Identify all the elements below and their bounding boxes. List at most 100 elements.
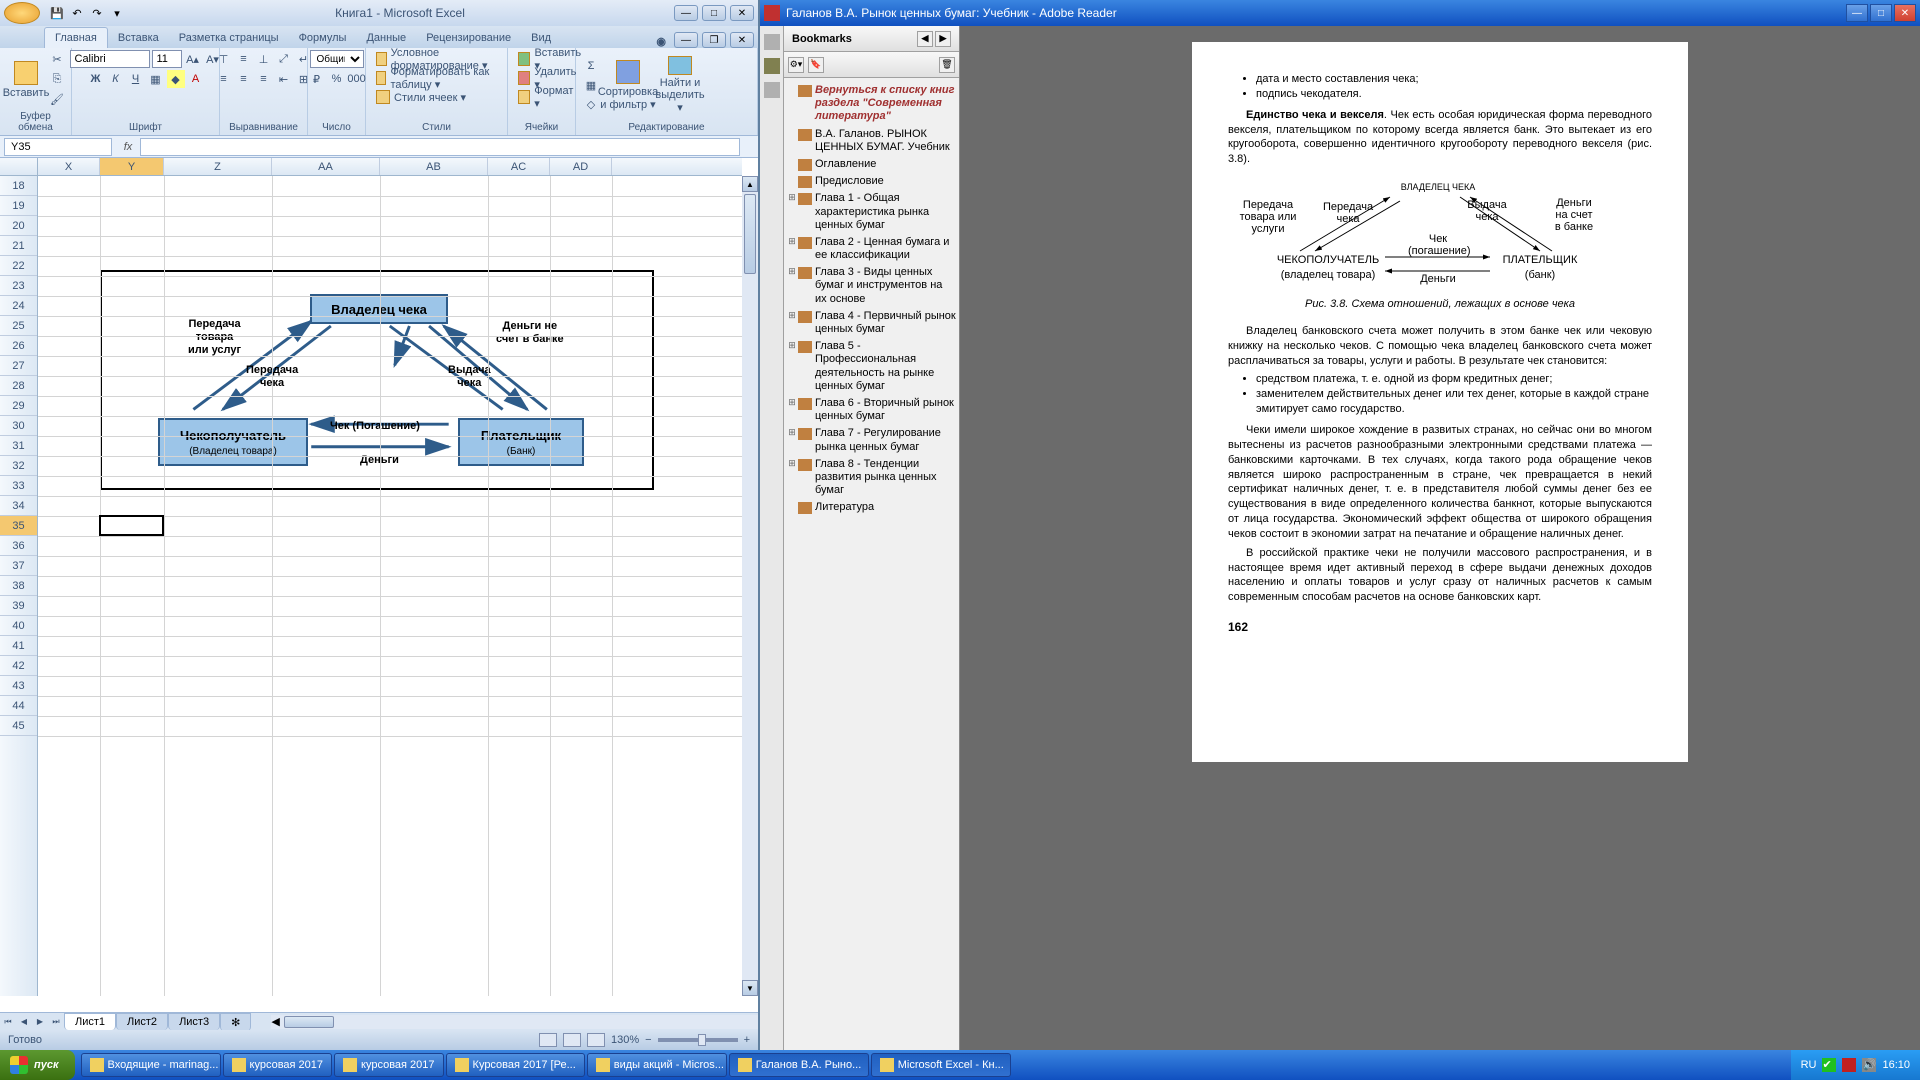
bookmark-expand[interactable]: ⊞ — [786, 427, 798, 453]
hscroll[interactable]: ◀ — [271, 1015, 758, 1029]
side-attach-icon[interactable] — [764, 82, 780, 98]
bold-button[interactable]: Ж — [87, 70, 105, 88]
bookmark-expand[interactable] — [786, 158, 798, 171]
font-name-combo[interactable]: Calibri — [70, 50, 150, 68]
tray-icon[interactable]: ✔ — [1822, 1058, 1836, 1072]
row-header-35[interactable]: 35 — [0, 516, 37, 536]
row-header-44[interactable]: 44 — [0, 696, 37, 716]
bm-new[interactable]: 🔖 — [808, 57, 824, 73]
bookmark-expand[interactable]: ⊞ — [786, 192, 798, 232]
language-indicator[interactable]: RU — [1801, 1059, 1817, 1071]
sheet-new[interactable]: ✻ — [220, 1013, 251, 1031]
align-right[interactable]: ≡ — [255, 70, 273, 88]
sheet-last[interactable]: ⏭ — [48, 1014, 64, 1030]
zoom-in[interactable]: + — [744, 1034, 750, 1046]
comma[interactable]: 000 — [348, 70, 366, 88]
bookmark-expand[interactable]: ⊞ — [786, 458, 798, 498]
sheet-prev[interactable]: ◀ — [16, 1014, 32, 1030]
bookmark-text[interactable]: Вернуться к списку книг раздела "Совреме… — [815, 84, 957, 124]
taskbar-item[interactable]: Microsoft Excel - Кн... — [871, 1053, 1011, 1077]
row-header-40[interactable]: 40 — [0, 616, 37, 636]
tab-data[interactable]: Данные — [356, 28, 416, 48]
cut-button[interactable]: ✂ — [48, 51, 66, 69]
bookmark-item[interactable]: ⊞ Глава 1 - Общая характеристика рынка це… — [786, 190, 957, 234]
number-format[interactable]: Общий — [310, 50, 364, 68]
autosum[interactable]: Σ — [582, 57, 600, 75]
bookmark-item[interactable]: Оглавление — [786, 156, 957, 173]
vscroll-up[interactable]: ▲ — [742, 176, 758, 192]
clock[interactable]: 16:10 — [1882, 1059, 1910, 1071]
qat-save[interactable]: 💾 — [48, 4, 66, 22]
sort-filter[interactable]: Сортировка и фильтр ▾ — [602, 56, 654, 114]
adobe-maximize[interactable]: □ — [1870, 4, 1892, 22]
bookmark-item[interactable]: ⊞Глава 7 - Регулирование рынка ценных бу… — [786, 425, 957, 455]
taskbar-item[interactable]: курсовая 2017 — [223, 1053, 333, 1077]
row-header-45[interactable]: 45 — [0, 716, 37, 736]
bookmark-text[interactable]: Глава 8 - Тенденции развития рынка ценны… — [815, 458, 957, 498]
col-header-AA[interactable]: AA — [272, 158, 380, 175]
bookmark-text[interactable]: В.А. Галанов. РЫНОК ЦЕННЫХ БУМАГ. Учебни… — [815, 128, 957, 154]
align-mid[interactable]: ≡ — [235, 50, 253, 68]
col-header-Z[interactable]: Z — [164, 158, 272, 175]
row-header-25[interactable]: 25 — [0, 316, 37, 336]
sheet-tab-2[interactable]: Лист2 — [116, 1013, 168, 1030]
cell-styles[interactable]: Стили ячеек ▾ — [372, 88, 470, 106]
zoom-out[interactable]: − — [645, 1034, 651, 1046]
excel-maximize[interactable]: □ — [702, 5, 726, 21]
bookmark-expand[interactable]: ⊞ — [786, 310, 798, 336]
taskbar-item[interactable]: виды акций - Micros... — [587, 1053, 727, 1077]
align-bot[interactable]: ⊥ — [255, 50, 273, 68]
col-header-AB[interactable]: AB — [380, 158, 488, 175]
tab-pagelayout[interactable]: Разметка страницы — [169, 28, 289, 48]
col-header-AD[interactable]: AD — [550, 158, 612, 175]
bookmark-text[interactable]: Глава 1 - Общая характеристика рынка цен… — [815, 192, 957, 232]
taskbar-item[interactable]: Галанов В.А. Рыно... — [729, 1053, 869, 1077]
diagram-object[interactable]: Владелец чека Чекополучатель (Владелец т… — [100, 270, 654, 490]
page-viewer[interactable]: дата и место составления чека; подпись ч… — [960, 26, 1920, 1050]
row-header-20[interactable]: 20 — [0, 216, 37, 236]
col-header-AC[interactable]: AC — [488, 158, 550, 175]
active-cell[interactable] — [99, 515, 164, 536]
row-header-39[interactable]: 39 — [0, 596, 37, 616]
bm-options[interactable]: ⚙▾ — [788, 57, 804, 73]
bookmark-item[interactable]: ⊞Глава 3 - Виды ценных бумаг и инструмен… — [786, 264, 957, 308]
row-header-32[interactable]: 32 — [0, 456, 37, 476]
bookmark-text[interactable]: Глава 6 - Вторичный рынок ценных бумаг — [815, 397, 957, 423]
formula-input[interactable] — [140, 138, 740, 156]
select-all[interactable] — [0, 158, 38, 175]
currency[interactable]: ₽ — [308, 70, 326, 88]
tray-volume-icon[interactable]: 🔊 — [1862, 1058, 1876, 1072]
ribbon-help[interactable]: ◉ — [656, 35, 666, 48]
row-header-26[interactable]: 26 — [0, 336, 37, 356]
row-header-34[interactable]: 34 — [0, 496, 37, 516]
tab-insert[interactable]: Вставка — [108, 28, 169, 48]
row-header-24[interactable]: 24 — [0, 296, 37, 316]
sheet-tab-1[interactable]: Лист1 — [64, 1013, 116, 1030]
taskbar-item[interactable]: Входящие - marinag... — [81, 1053, 221, 1077]
sheet-next[interactable]: ▶ — [32, 1014, 48, 1030]
bookmark-expand[interactable] — [786, 175, 798, 188]
sheet-first[interactable]: ⏮ — [0, 1014, 16, 1030]
adobe-close[interactable]: ✕ — [1894, 4, 1916, 22]
bookmark-expand[interactable]: ⊞ — [786, 266, 798, 306]
taskbar-item[interactable]: Курсовая 2017 [Ре... — [446, 1053, 585, 1077]
percent[interactable]: % — [328, 70, 346, 88]
bookmark-expand[interactable] — [786, 501, 798, 514]
format-table[interactable]: Форматировать как таблицу ▾ — [372, 69, 501, 87]
bookmark-item[interactable]: ⊞Глава 6 - Вторичный рынок ценных бумаг — [786, 395, 957, 425]
bookmark-expand[interactable]: ⊞ — [786, 236, 798, 262]
bookmark-item[interactable]: Предисловие — [786, 173, 957, 190]
row-header-37[interactable]: 37 — [0, 556, 37, 576]
col-header-X[interactable]: X — [38, 158, 100, 175]
bookmark-item[interactable]: В.А. Галанов. РЫНОК ЦЕННЫХ БУМАГ. Учебни… — [786, 126, 957, 156]
align-left[interactable]: ≡ — [215, 70, 233, 88]
bookmark-item[interactable]: ⊞Глава 4 - Первичный рынок ценных бумаг — [786, 308, 957, 338]
font-color[interactable]: A — [187, 70, 205, 88]
vscroll[interactable]: ▲ ▼ — [742, 176, 758, 996]
bookmark-item[interactable]: ⊞ Глава 8 - Тенденции развития рынка ценн… — [786, 456, 957, 500]
bookmark-expand[interactable] — [786, 84, 798, 124]
row-header-38[interactable]: 38 — [0, 576, 37, 596]
tab-view[interactable]: Вид — [521, 28, 561, 48]
row-header-42[interactable]: 42 — [0, 656, 37, 676]
office-button[interactable] — [4, 2, 40, 24]
